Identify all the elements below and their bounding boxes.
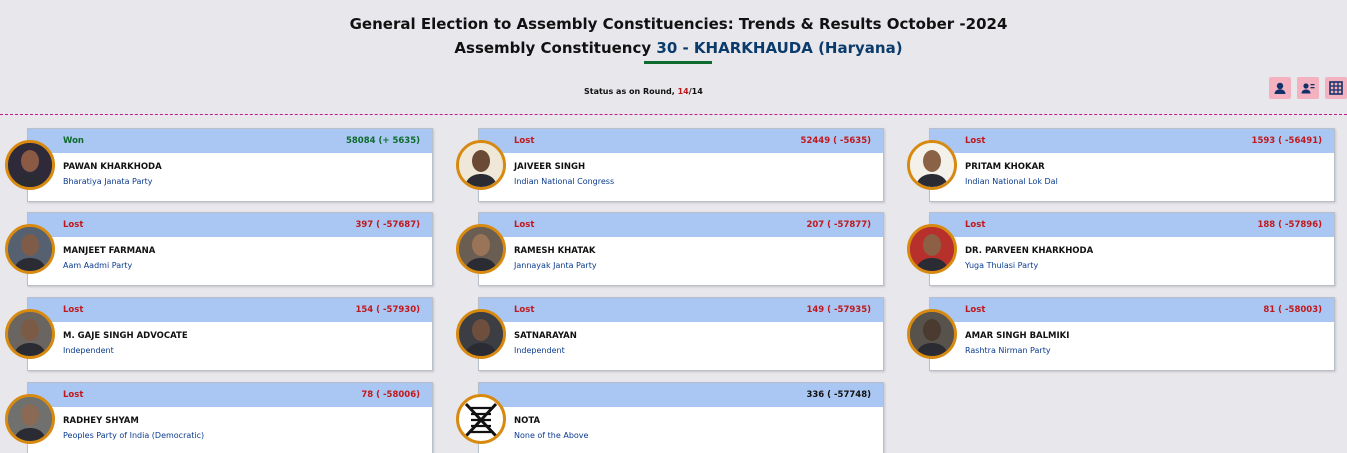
candidate-photo-avatar bbox=[5, 394, 55, 444]
party-name: None of the Above bbox=[514, 431, 589, 440]
candidate-name: JAIVEER SINGH bbox=[514, 162, 586, 172]
result-status: Lost bbox=[63, 220, 84, 230]
candidate-name: NOTA bbox=[514, 416, 541, 426]
party-name: Indian National Congress bbox=[514, 177, 615, 186]
result-status: Won bbox=[63, 136, 84, 146]
candidate-photo-avatar bbox=[5, 309, 55, 359]
party-name: Rashtra Nirman Party bbox=[965, 346, 1051, 355]
title-underline bbox=[644, 61, 712, 64]
vote-count: 188 ( -57896) bbox=[1257, 220, 1322, 230]
candidate-photo-avatar bbox=[907, 309, 957, 359]
candidate-card[interactable]: Lost 188 ( -57896) DR. PARVEEN KHARKHODA Yu… bbox=[929, 212, 1335, 286]
vote-count: 207 ( -57877) bbox=[806, 220, 871, 230]
constituency-name: 30 - KHARKHAUDA bbox=[656, 39, 813, 57]
result-status: Lost bbox=[965, 305, 986, 315]
result-status: Lost bbox=[63, 390, 84, 400]
total-rounds: 14 bbox=[691, 87, 703, 96]
party-name: Yuga Thulasi Party bbox=[965, 261, 1039, 270]
vote-count: 154 ( -57930) bbox=[355, 305, 420, 315]
round-status: Status as on Round, 14/14 bbox=[584, 87, 703, 96]
candidate-card[interactable]: Lost 397 ( -57687) MANJEET FARMANA Aam Aadm… bbox=[27, 212, 433, 286]
candidate-name: MANJEET FARMANA bbox=[63, 246, 156, 256]
candidate-card[interactable]: Lost 52449 ( -5635) JAIVEER SINGH Indian Na… bbox=[478, 128, 884, 202]
party-name: Aam Aadmi Party bbox=[63, 261, 133, 270]
party-name: Independent bbox=[63, 346, 114, 355]
vote-count: 336 ( -57748) bbox=[806, 390, 871, 400]
nota-symbol-icon bbox=[456, 394, 506, 444]
candidate-name: M. GAJE SINGH ADVOCATE bbox=[63, 331, 188, 341]
vote-count: 78 ( -58006) bbox=[361, 390, 420, 400]
candidate-name: AMAR SINGH BALMIKI bbox=[965, 331, 1070, 341]
vote-count: 149 ( -57935) bbox=[806, 305, 871, 315]
result-status: Lost bbox=[63, 305, 84, 315]
candidate-name: RAMESH KHATAK bbox=[514, 246, 596, 256]
vote-count: 81 ( -58003) bbox=[1263, 305, 1322, 315]
candidate-name: RADHEY SHYAM bbox=[63, 416, 139, 426]
candidate-card[interactable]: Lost 1593 ( -56491) PRITAM KHOKAR Indian Na… bbox=[929, 128, 1335, 202]
candidate-photo-avatar bbox=[5, 224, 55, 274]
vote-count: 397 ( -57687) bbox=[355, 220, 420, 230]
candidate-name: SATNARAYAN bbox=[514, 331, 577, 341]
table-grid-icon[interactable] bbox=[1325, 77, 1347, 99]
candidate-photo-avatar bbox=[456, 309, 506, 359]
party-name: Jannayak Janta Party bbox=[514, 261, 597, 270]
candidate-card[interactable]: Lost 78 ( -58006) RADHEY SHYAM Peoples Part… bbox=[27, 382, 433, 453]
vote-count: 58084 (+ 5635) bbox=[345, 136, 420, 146]
result-status: Lost bbox=[514, 136, 535, 146]
section-divider bbox=[0, 114, 1347, 115]
candidate-card[interactable]: Lost 149 ( -57935) SATNARAYAN Independent bbox=[478, 297, 884, 371]
vote-count: 52449 ( -5635) bbox=[800, 136, 871, 146]
candidate-photo-avatar bbox=[907, 140, 957, 190]
candidate-photo-avatar bbox=[456, 224, 506, 274]
page-header: General Election to Assembly Constituenc… bbox=[0, 14, 1347, 59]
result-status: Lost bbox=[514, 220, 535, 230]
candidate-card[interactable]: Lost 81 ( -58003) AMAR SINGH BALMIKI Rashtr… bbox=[929, 297, 1335, 371]
candidate-name: PAWAN KHARKHODA bbox=[63, 162, 162, 172]
candidate-card[interactable]: 336 ( -57748) NOTA None of the Above bbox=[478, 382, 884, 453]
constituency-prefix: Assembly Constituency bbox=[454, 39, 657, 57]
state-name: (Haryana) bbox=[818, 39, 903, 57]
candidate-photo-avatar bbox=[5, 140, 55, 190]
constituency-title: Assembly Constituency 30 - KHARKHAUDA (H… bbox=[0, 37, 1347, 59]
candidate-card[interactable]: Lost 154 ( -57930) M. GAJE SINGH ADVOCATE I… bbox=[27, 297, 433, 371]
candidate-card[interactable]: Lost 207 ( -57877) RAMESH KHATAK Jannayak J… bbox=[478, 212, 884, 286]
candidate-name: DR. PARVEEN KHARKHODA bbox=[965, 246, 1094, 256]
candidate-card[interactable]: Won 58084 (+ 5635) PAWAN KHARKHODA Bharatiy… bbox=[27, 128, 433, 202]
party-name: Independent bbox=[514, 346, 565, 355]
candidate-photo-avatar bbox=[907, 224, 957, 274]
candidate-photo-avatar bbox=[456, 140, 506, 190]
party-name: Bharatiya Janata Party bbox=[63, 177, 153, 186]
current-round: 14 bbox=[677, 87, 689, 96]
result-status: Lost bbox=[514, 305, 535, 315]
party-name: Indian National Lok Dal bbox=[965, 177, 1058, 186]
election-title: General Election to Assembly Constituenc… bbox=[349, 15, 1008, 33]
person-list-icon[interactable] bbox=[1297, 77, 1319, 99]
status-label: Status as on Round, bbox=[584, 87, 678, 96]
result-status: Lost bbox=[965, 220, 986, 230]
result-status: Lost bbox=[965, 136, 986, 146]
candidate-photo-icon[interactable] bbox=[1269, 77, 1291, 99]
view-toolbar bbox=[1269, 77, 1347, 99]
vote-count: 1593 ( -56491) bbox=[1251, 136, 1322, 146]
candidate-name: PRITAM KHOKAR bbox=[965, 162, 1045, 172]
party-name: Peoples Party of India (Democratic) bbox=[63, 431, 205, 440]
